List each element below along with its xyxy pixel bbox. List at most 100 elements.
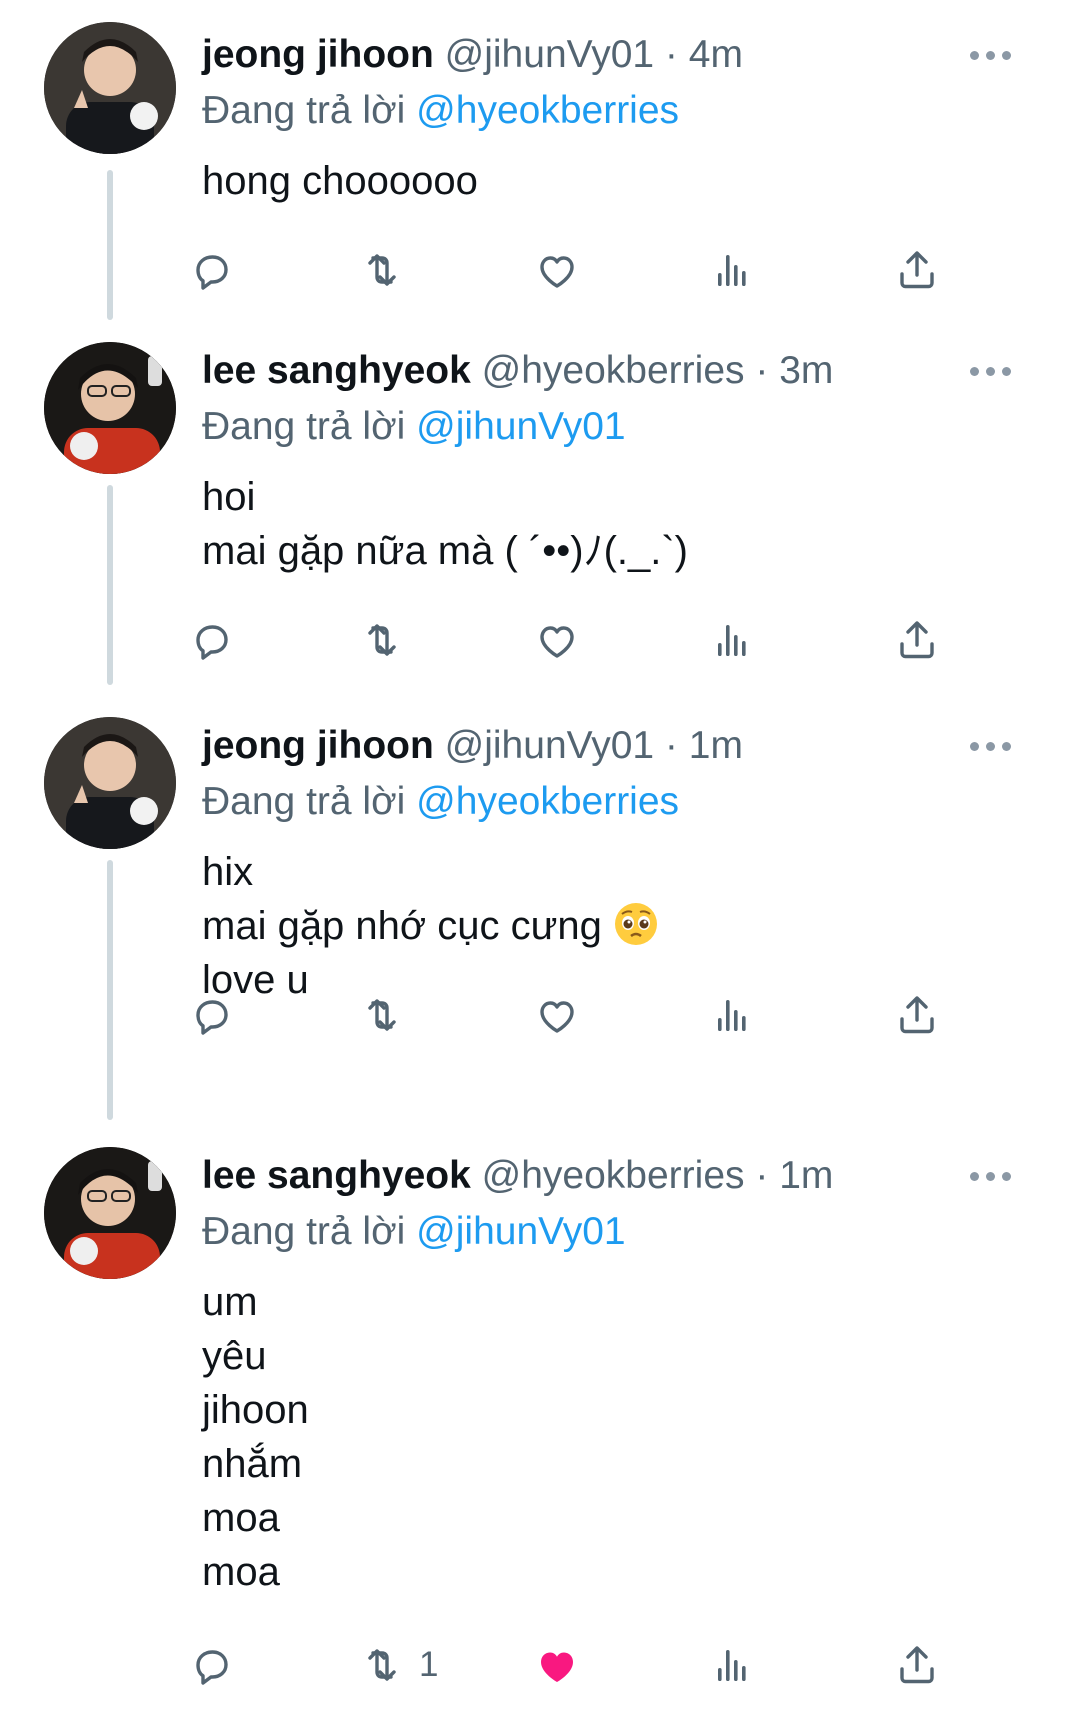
reply-icon bbox=[196, 255, 228, 290]
reply-button[interactable] bbox=[184, 985, 234, 1045]
separator-dot: · bbox=[664, 33, 689, 76]
action-bar: 1 bbox=[196, 1635, 1042, 1695]
user-handle[interactable]: @jihunVy01 bbox=[445, 33, 654, 76]
share-icon bbox=[900, 251, 934, 289]
avatar-jihoon[interactable] bbox=[44, 22, 176, 154]
text-line: jihoon bbox=[202, 1388, 309, 1432]
text-line: moa bbox=[202, 1550, 280, 1594]
retweet-icon bbox=[368, 254, 396, 286]
user-handle[interactable]: @hyeokberries bbox=[482, 1154, 745, 1197]
action-bar bbox=[196, 240, 1042, 300]
share-icon bbox=[900, 1646, 934, 1684]
reply-icon bbox=[196, 1650, 228, 1685]
views-button[interactable] bbox=[707, 610, 757, 670]
heart-icon bbox=[540, 256, 574, 288]
like-button[interactable] bbox=[532, 1635, 582, 1695]
replying-label: Đang trả lời bbox=[202, 780, 406, 823]
tweet-text: hix mai gặp nhớ cục cưng love u bbox=[202, 845, 1040, 1007]
display-name[interactable]: jeong jihoon bbox=[202, 33, 434, 76]
tweet-text: um yêu jihoon nhắm moa moa bbox=[202, 1275, 1040, 1599]
display-name[interactable]: lee sanghyeok bbox=[202, 349, 471, 392]
user-handle[interactable]: @hyeokberries bbox=[482, 349, 745, 392]
avatar-sanghyeok[interactable] bbox=[44, 342, 176, 474]
action-bar bbox=[196, 985, 1042, 1045]
timestamp[interactable]: 1m bbox=[779, 1154, 833, 1197]
text-line: hoi bbox=[202, 475, 256, 519]
views-icon bbox=[718, 1000, 746, 1031]
reply-button[interactable] bbox=[184, 1635, 234, 1695]
share-button[interactable] bbox=[892, 240, 942, 300]
retweet-button[interactable] bbox=[357, 985, 407, 1045]
retweet-count: 1 bbox=[419, 1645, 439, 1684]
tweet-text: hong choooooo bbox=[202, 154, 1040, 208]
thread-line bbox=[107, 485, 113, 685]
reply-mention[interactable]: @hyeokberries bbox=[416, 89, 679, 132]
views-button[interactable] bbox=[707, 1635, 757, 1695]
share-button[interactable] bbox=[892, 610, 942, 670]
reply-icon bbox=[196, 1000, 228, 1035]
timestamp[interactable]: 3m bbox=[779, 349, 833, 392]
retweet-icon bbox=[368, 999, 396, 1031]
separator-dot: · bbox=[755, 349, 780, 392]
views-icon bbox=[718, 255, 746, 286]
tweet-header: lee sanghyeok @hyeokberries · 1m bbox=[202, 1149, 1040, 1203]
heart-filled-icon bbox=[541, 1652, 573, 1682]
pleading-face-emoji-icon bbox=[615, 903, 658, 945]
text-line: nhắm bbox=[202, 1442, 303, 1486]
timestamp[interactable]: 1m bbox=[689, 724, 743, 767]
text-line: hix bbox=[202, 850, 254, 894]
text-line: mai gặp nhớ cục cưng bbox=[202, 904, 602, 948]
views-button[interactable] bbox=[707, 985, 757, 1045]
tweet-header: lee sanghyeok @hyeokberries · 3m bbox=[202, 344, 1040, 398]
replying-to: Đang trả lời @jihunVy01 bbox=[202, 1203, 1040, 1261]
retweet-button[interactable]: 1 bbox=[357, 1635, 438, 1695]
display-name[interactable]: jeong jihoon bbox=[202, 724, 434, 767]
retweet-button[interactable] bbox=[357, 610, 407, 670]
action-bar bbox=[196, 610, 1042, 670]
retweet-button[interactable] bbox=[357, 240, 407, 300]
tweet-text: hoi mai gặp nữa mà ( ´••)ﾉ(._.`) bbox=[202, 470, 1040, 578]
reply-mention[interactable]: @jihunVy01 bbox=[416, 1210, 625, 1253]
like-button[interactable] bbox=[532, 240, 582, 300]
retweet-icon bbox=[368, 624, 396, 656]
more-options-icon[interactable] bbox=[960, 1149, 1020, 1203]
timestamp[interactable]: 4m bbox=[689, 33, 743, 76]
like-button[interactable] bbox=[532, 985, 582, 1045]
share-icon bbox=[900, 621, 934, 659]
like-button[interactable] bbox=[532, 610, 582, 670]
reply-mention[interactable]: @jihunVy01 bbox=[416, 405, 625, 448]
replying-to: Đang trả lời @hyeokberries bbox=[202, 82, 1040, 140]
share-button[interactable] bbox=[892, 1635, 942, 1695]
separator-dot: · bbox=[755, 1154, 780, 1197]
display-name[interactable]: lee sanghyeok bbox=[202, 1154, 471, 1197]
text-line: moa bbox=[202, 1496, 280, 1540]
reply-button[interactable] bbox=[184, 240, 234, 300]
thread-line bbox=[107, 860, 113, 1120]
user-handle[interactable]: @jihunVy01 bbox=[445, 724, 654, 767]
replying-label: Đang trả lời bbox=[202, 405, 406, 448]
more-options-icon[interactable] bbox=[960, 344, 1020, 398]
reply-button[interactable] bbox=[184, 610, 234, 670]
tweet-header: jeong jihoon @jihunVy01 · 1m bbox=[202, 719, 1040, 773]
retweet-icon bbox=[368, 1649, 396, 1681]
separator-dot: · bbox=[664, 724, 689, 767]
avatar-sanghyeok[interactable] bbox=[44, 1147, 176, 1279]
share-icon bbox=[900, 996, 934, 1034]
text-line-with-emoji: mai gặp nhớ cục cưng bbox=[202, 899, 1040, 953]
text-line: yêu bbox=[202, 1334, 267, 1378]
more-options-icon[interactable] bbox=[960, 719, 1020, 773]
text-line: hong choooooo bbox=[202, 159, 478, 203]
replying-to: Đang trả lời @jihunVy01 bbox=[202, 398, 1040, 456]
views-icon bbox=[718, 625, 746, 656]
text-line: mai gặp nữa mà ( ´••)ﾉ(._.`) bbox=[202, 529, 688, 573]
reply-mention[interactable]: @hyeokberries bbox=[416, 780, 679, 823]
views-button[interactable] bbox=[707, 240, 757, 300]
reply-icon bbox=[196, 625, 228, 660]
avatar-jihoon[interactable] bbox=[44, 717, 176, 849]
replying-label: Đang trả lời bbox=[202, 1210, 406, 1253]
share-button[interactable] bbox=[892, 985, 942, 1045]
views-icon bbox=[718, 1650, 746, 1681]
more-options-icon[interactable] bbox=[960, 28, 1020, 82]
tweet-header: jeong jihoon @jihunVy01 · 4m bbox=[202, 28, 1040, 82]
thread-line bbox=[107, 170, 113, 320]
